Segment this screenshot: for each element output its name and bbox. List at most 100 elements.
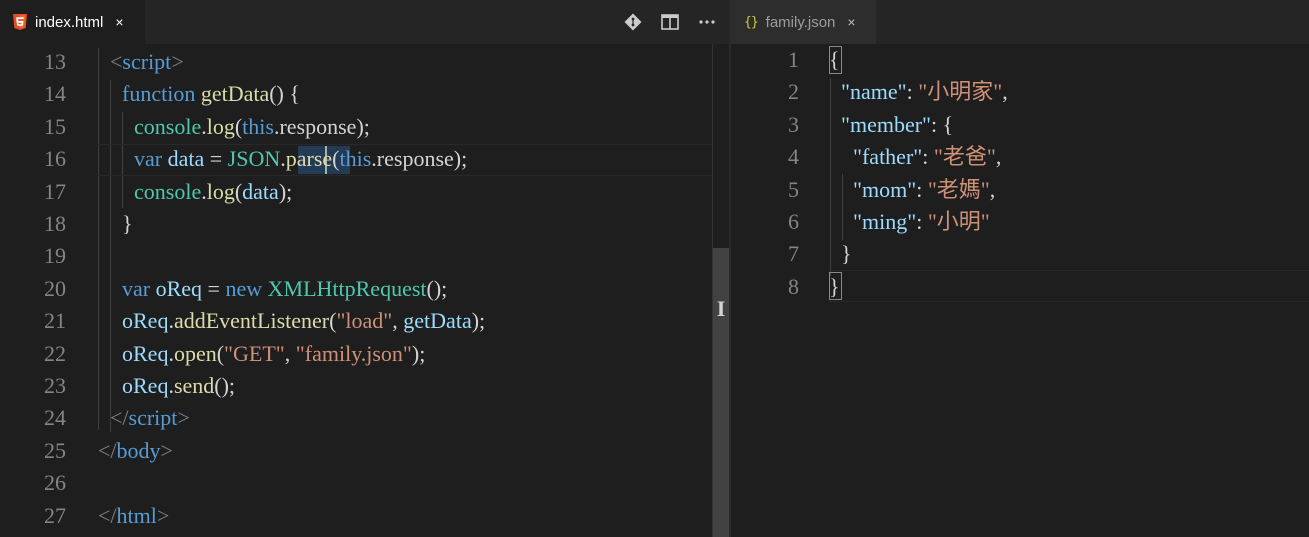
code-token: ( [332,146,340,172]
code-line[interactable]: 5 "mom": "老媽", [731,174,1309,206]
code-token: } [122,211,133,236]
code-text: oReq.open("GET", "family.json"); [122,338,425,370]
code-line[interactable]: 17 console.log(data); [0,176,729,208]
code-line[interactable]: 6 "ming": "小明" [731,206,1309,238]
code-token: console [134,113,202,139]
code-token: open [173,340,217,366]
code-line[interactable]: 20 var oReq = new XMLHttpRequest(); [0,273,729,305]
code-line[interactable]: 21 oReq.addEventListener("load", getData)… [0,305,729,337]
code-line[interactable]: 15 console.log(this.response); [0,111,729,143]
code-token: </ [98,437,117,463]
close-icon[interactable]: × [115,14,123,30]
code-token: this [339,146,372,172]
code-token: "小明" [927,209,990,234]
line-number: 24 [44,405,66,431]
code-line[interactable]: 23 oReq.send(); [0,370,729,402]
code-text: } [841,238,852,270]
scrollbar-thumb[interactable] [713,248,729,537]
code-line[interactable]: 2 "name": "小明家", [731,76,1309,108]
code-line[interactable]: 14 function getData() { [0,78,729,110]
code-token: { [829,47,840,72]
code-token: oReq [155,275,203,301]
code-token: > [177,405,190,431]
tab-index-html[interactable]: index.html × [0,0,145,44]
code-token: > [171,49,184,74]
code-token: response [376,146,454,172]
code-line[interactable]: 27 </html> [0,500,729,532]
code-token: : [922,144,934,170]
code-token: getData [403,308,472,334]
code-token: "小明家" [918,79,1003,105]
code-token: , [1002,79,1008,105]
code-text: var data = JSON.parse(this.response); [134,143,467,175]
git-compare-icon[interactable] [621,10,645,34]
line-number: 27 [44,502,66,528]
line-number: 20 [44,275,66,301]
code-token: (); [426,275,448,301]
code-token: "name" [841,79,907,105]
code-token: </ [98,502,117,528]
line-number: 7 [788,241,799,267]
code-line[interactable]: 26 [0,467,729,499]
code-token: log [206,178,235,204]
code-token: ( [216,340,225,366]
code-token: = [204,146,228,172]
code-line[interactable]: 7} [731,238,1309,270]
code-token: JSON [227,146,281,172]
code-token: ); [411,340,426,366]
tab-label: index.html [35,13,104,31]
code-token: script [128,405,178,431]
code-token: , [989,176,996,202]
code-line[interactable]: 25 </body> [0,435,729,467]
close-icon[interactable]: × [847,14,855,30]
code-token: XMLHttpRequest [267,275,427,301]
code-token: console [134,178,202,204]
mouse-ibeam-cursor: I [716,296,726,321]
line-number: 14 [44,81,66,107]
code-line[interactable]: 8} [731,271,1309,303]
code-line[interactable]: 13 <script> [0,46,729,78]
code-text: oReq.send(); [122,370,235,402]
code-editor-index-html[interactable]: 13 <script> 14 function getData() { 15 consol… [0,44,729,537]
code-line[interactable]: 1{ [731,44,1309,76]
code-line[interactable]: 18} [0,208,729,240]
code-token: "father" [853,144,923,170]
tab-family-json[interactable]: {} family.json × [731,0,876,44]
line-number: 15 [44,113,66,139]
code-token: = [202,275,226,301]
code-token: : { [931,111,954,137]
line-number: 18 [44,211,66,236]
line-number: 17 [44,178,66,204]
code-line[interactable]: 22 oReq.open("GET", "family.json"); [0,338,729,370]
code-token: "mom" [853,176,917,202]
code-text: } [829,271,840,303]
code-line[interactable]: 19 [0,240,729,272]
code-token: this [242,113,274,139]
code-token: "ming" [853,209,917,234]
code-editor-family-json[interactable]: 1{2 "name": "小明家", 3 "member": {4 "father": … [731,44,1309,537]
more-actions-icon[interactable] [695,10,719,34]
line-number: 5 [788,176,799,202]
code-token: "老媽" [927,176,990,202]
code-text: "member": { [841,109,953,141]
code-token: : [916,176,928,202]
code-token: oReq [122,340,169,366]
code-token: body [116,437,161,463]
split-editor-icon[interactable] [658,10,682,34]
line-number: 8 [788,273,799,299]
code-token: ); [278,178,293,204]
code-line[interactable]: 16 var data = JSON.parse(this.response); [0,143,729,175]
code-token: send [173,373,215,398]
code-line[interactable]: 24 </script> [0,402,729,434]
code-token: "family.json" [295,340,412,366]
left-tab-bar: index.html × [0,0,729,44]
code-text: </script> [110,402,190,434]
code-token: ); [356,113,370,139]
code-token: > [156,502,170,528]
code-token: } [841,241,852,267]
line-number: 19 [44,243,66,269]
code-line[interactable]: 4 "father": "老爸", [731,141,1309,173]
code-line[interactable]: 3 "member": { [731,109,1309,141]
code-token: log [206,113,235,139]
line-number: 6 [788,209,799,234]
